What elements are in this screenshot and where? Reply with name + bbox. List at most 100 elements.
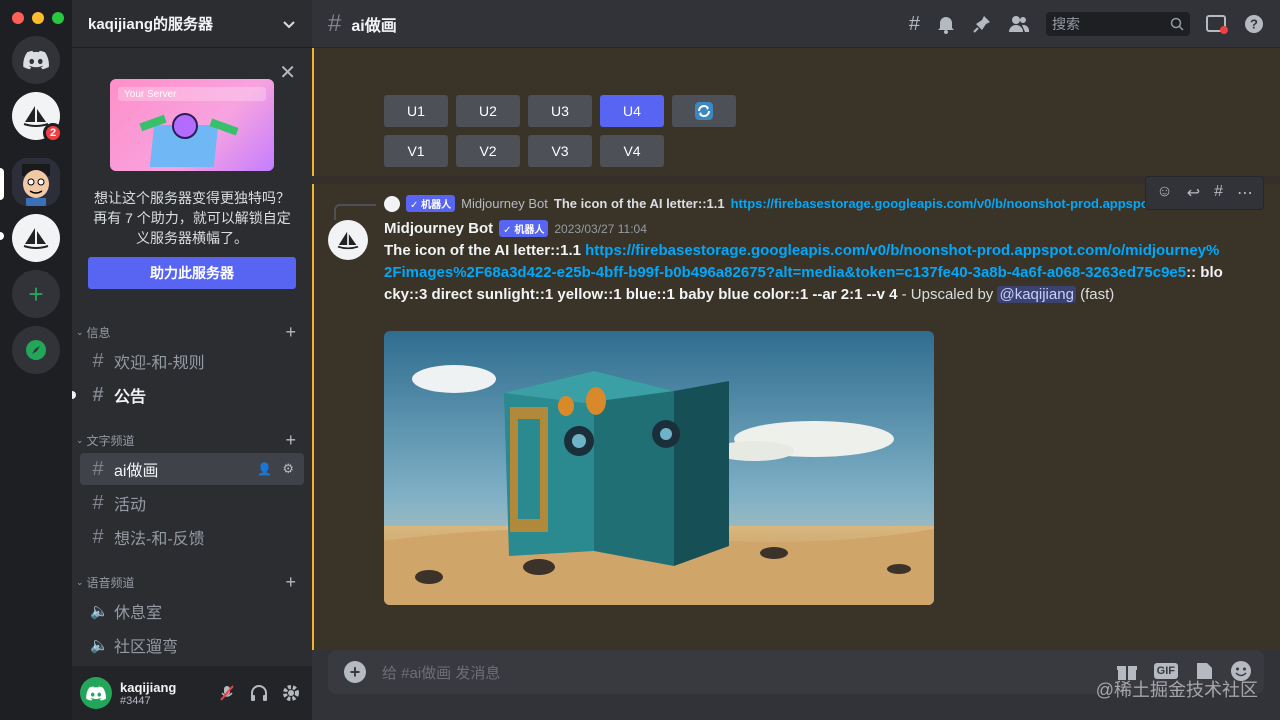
avatar[interactable]	[80, 677, 112, 709]
hashtag-icon: #	[92, 525, 104, 548]
avatar[interactable]	[328, 220, 368, 260]
reroll-button[interactable]	[672, 95, 736, 127]
user-tag: #3447	[120, 694, 151, 707]
search-icon	[1170, 17, 1184, 31]
search-placeholder: 搜索	[1052, 16, 1080, 32]
v1-button[interactable]: V1	[384, 135, 448, 167]
channel-name: ai做画	[114, 463, 159, 480]
boost-server-button[interactable]: 助力此服务器	[88, 257, 296, 289]
channel-announcements[interactable]: # 公告	[72, 379, 304, 411]
refresh-icon	[695, 102, 713, 120]
invite-icon[interactable]: 👤	[257, 462, 272, 476]
upscale-buttons: U1 U2 U3 U4	[384, 95, 736, 127]
generated-image[interactable]	[384, 331, 934, 605]
channel-sidebar: kaqijiang的服务器 ✕ Your Server 想让这个服务器变得更独特…	[72, 0, 312, 720]
reply-icon[interactable]: ↩	[1187, 183, 1200, 203]
channel-name: 公告	[114, 389, 147, 406]
bell-icon[interactable]	[936, 14, 956, 34]
minimize-window-button[interactable]	[32, 12, 44, 24]
prompt-text: The icon of the AI letter::1.1	[384, 242, 581, 259]
inbox-icon[interactable]	[1206, 14, 1228, 34]
promo-text: 想让这个服务器变得更独特吗？再有 7 个助力，就可以解锁自定义服务器横幅了。	[93, 190, 291, 246]
category-label: 语音频道	[86, 575, 135, 590]
chevron-down-icon	[283, 20, 295, 28]
upscaled-by-text: - Upscaled by	[897, 286, 998, 303]
server-name: kaqijiang的服务器	[88, 16, 214, 33]
u2-button[interactable]: U2	[456, 95, 520, 127]
close-icon[interactable]: ✕	[279, 60, 296, 85]
reply-preview[interactable]: ✓ 机器人 Midjourney Bot The icon of the AI …	[384, 195, 1204, 212]
message-input[interactable]: 给 #ai做画 发消息	[382, 662, 500, 683]
plus-icon: +	[28, 278, 44, 309]
hashtag-icon: #	[92, 383, 104, 406]
u4-button[interactable]: U4	[600, 95, 664, 127]
channel-header: # ai做画 # 搜索 ?	[312, 0, 1280, 48]
close-window-button[interactable]	[12, 12, 24, 24]
home-button[interactable]	[12, 36, 60, 84]
zoom-window-button[interactable]	[52, 12, 64, 24]
unread-indicator	[72, 391, 76, 399]
u3-button[interactable]: U3	[528, 95, 592, 127]
members-icon[interactable]	[1008, 14, 1030, 34]
chevron-icon: ⌄	[76, 326, 84, 337]
thread-icon[interactable]: #	[1214, 183, 1223, 203]
user-mention[interactable]: @kaqijiang	[997, 286, 1076, 303]
category-text[interactable]: ⌄ 文字频道 +	[72, 430, 312, 450]
category-label: 信息	[86, 325, 111, 340]
gear-icon[interactable]: ⚙	[282, 461, 294, 477]
voice-channel-community[interactable]: 🔈 社区遛弯	[80, 629, 304, 661]
add-channel-icon[interactable]: +	[285, 322, 296, 343]
voice-channel-lounge[interactable]: 🔈 休息室	[80, 595, 304, 627]
explore-servers-button[interactable]	[12, 326, 60, 374]
server-midjourney[interactable]: 2	[12, 92, 63, 143]
pin-icon[interactable]	[972, 14, 992, 34]
u1-button[interactable]: U1	[384, 95, 448, 127]
add-server-button[interactable]: +	[12, 270, 60, 318]
cartoon-avatar-icon	[12, 158, 60, 206]
author-name[interactable]: Midjourney Bot	[384, 220, 493, 237]
channel-welcome[interactable]: # 欢迎-和-规则	[80, 345, 304, 377]
add-channel-icon[interactable]: +	[285, 430, 296, 451]
channel-name: 想法-和-反馈	[114, 531, 205, 548]
channel-ai-drawing[interactable]: # ai做画 👤 ⚙	[80, 453, 304, 485]
category-info[interactable]: ⌄ 信息 +	[72, 322, 312, 342]
discord-window: 2 + kaqijiang的服务器 ✕ Your Server 想让这个服务器变…	[0, 0, 1280, 720]
main-panel: # ai做画 # 搜索 ? U1 U2 U3 U4 V1 V2 V3 V4 ✓ …	[312, 0, 1280, 720]
speed-text: (fast)	[1075, 286, 1115, 303]
reply-avatar	[384, 195, 400, 212]
add-attachment-icon[interactable]: +	[344, 661, 366, 683]
speaker-icon: 🔈	[90, 603, 109, 620]
hashtag-icon: #	[92, 457, 104, 480]
reply-connector	[334, 204, 376, 220]
reply-link[interactable]: https://firebasestorage.googleapis.com/v…	[731, 196, 1188, 211]
help-icon[interactable]: ?	[1244, 14, 1264, 34]
more-icon[interactable]: ⋯	[1237, 183, 1253, 203]
server-midjourney-2[interactable]	[12, 214, 60, 262]
add-reaction-icon[interactable]: ☺	[1156, 183, 1172, 203]
category-voice[interactable]: ⌄ 语音频道 +	[72, 572, 312, 592]
server-avatar-user[interactable]	[12, 158, 60, 206]
promo-illustration: Your Server	[110, 79, 274, 171]
message-actions: ☺ ↩ # ⋯	[1145, 176, 1264, 210]
v4-button[interactable]: V4	[600, 135, 664, 167]
settings-gear-icon[interactable]	[282, 684, 300, 702]
channel-events[interactable]: # 活动	[80, 487, 304, 519]
threads-icon[interactable]: #	[909, 13, 920, 36]
compass-icon	[26, 340, 46, 360]
channel-feedback[interactable]: # 想法-和-反馈	[80, 521, 304, 553]
username: kaqijiang	[120, 679, 177, 695]
v2-button[interactable]: V2	[456, 135, 520, 167]
active-server-indicator	[0, 232, 4, 240]
mic-muted-icon[interactable]	[218, 684, 236, 702]
server-header[interactable]: kaqijiang的服务器	[72, 0, 312, 48]
v3-button[interactable]: V3	[528, 135, 592, 167]
channel-name: 休息室	[114, 605, 163, 622]
channel-name: 活动	[114, 497, 147, 514]
hashtag-icon: #	[92, 491, 104, 514]
search-input[interactable]: 搜索	[1046, 12, 1190, 36]
message-header: Midjourney Bot ✓ 机器人 2023/03/27 11:04	[384, 220, 647, 237]
boost-promo: ✕ Your Server 想让这个服务器变得更独特吗？再有 7 个助力，就可以…	[72, 56, 312, 296]
headphones-icon[interactable]	[250, 684, 268, 702]
user-info[interactable]: kaqijiang #3447	[120, 680, 176, 707]
add-channel-icon[interactable]: +	[285, 572, 296, 593]
